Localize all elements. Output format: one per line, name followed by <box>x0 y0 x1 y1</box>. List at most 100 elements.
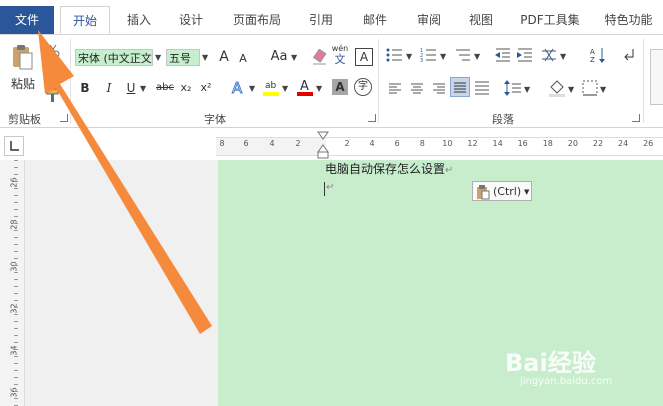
copy-icon[interactable] <box>46 65 60 84</box>
shading-icon[interactable] <box>548 79 566 101</box>
chevron-down-icon[interactable]: ▼ <box>560 48 566 65</box>
document-line-1[interactable]: 电脑自动保存怎么设置↵ <box>325 160 453 177</box>
clipboard-launcher-icon[interactable] <box>60 114 68 122</box>
ruler-numbers: 8 6 4 2 2 4 6 8 10 12 14 16 18 20 22 24 26 <box>0 137 663 154</box>
paste-label[interactable]: 粘贴 <box>9 75 37 93</box>
ruler-tick <box>14 244 18 245</box>
font-launcher-icon[interactable] <box>368 114 376 122</box>
svg-text:3: 3 <box>420 58 423 63</box>
ruler-tick <box>14 328 18 329</box>
bullets-icon[interactable] <box>386 47 404 67</box>
ruler-tick <box>14 195 18 196</box>
tab-mailings[interactable]: 邮件 <box>352 6 398 34</box>
chevron-down-icon[interactable]: ▼ <box>406 48 412 65</box>
paste-options-button[interactable]: (Ctrl) ▼ <box>472 181 532 201</box>
chinese-layout-icon[interactable] <box>540 47 558 67</box>
chevron-down-icon[interactable]: ▼ <box>282 80 288 97</box>
chevron-down-icon[interactable]: ▼ <box>440 48 446 65</box>
decrease-indent-icon[interactable] <box>494 47 512 67</box>
phonetic-guide-top[interactable]: wén <box>330 44 350 53</box>
chevron-down-icon[interactable]: ▼ <box>202 49 208 66</box>
ruler-number: 22 <box>592 139 604 148</box>
clipboard-icon <box>477 185 490 200</box>
document-page[interactable] <box>218 160 663 406</box>
vertical-ruler-numbers: 26 28 30 32 34 36 <box>0 160 24 406</box>
ruler-number: 2 <box>344 139 350 148</box>
chevron-down-icon[interactable]: ▼ <box>249 80 255 97</box>
baidu-watermark: Bai经验 <box>505 349 596 377</box>
tab-special-features[interactable]: 特色功能 <box>594 6 663 34</box>
chevron-down-icon[interactable]: ▼ <box>600 81 606 98</box>
paragraph-mark: ↵ <box>326 182 335 193</box>
svg-text:ab: ab <box>265 81 277 91</box>
chevron-down-icon[interactable]: ▼ <box>524 81 530 98</box>
increase-indent-icon[interactable] <box>516 47 534 67</box>
chevron-down-icon[interactable]: ▼ <box>316 80 322 97</box>
ruler-tick <box>14 398 18 399</box>
format-painter-icon[interactable] <box>46 87 60 106</box>
paragraph-launcher-icon[interactable] <box>632 114 640 122</box>
svg-text:Z: Z <box>590 56 595 64</box>
ruler-number: 6 <box>243 139 249 148</box>
line-spacing-icon[interactable] <box>504 80 522 100</box>
tab-references[interactable]: 引用 <box>298 6 344 34</box>
italic-button[interactable]: I <box>102 79 116 97</box>
chevron-down-icon[interactable]: ▼ <box>474 48 480 65</box>
underline-button[interactable]: U <box>124 79 138 97</box>
borders-icon[interactable] <box>582 80 598 100</box>
svg-text:A: A <box>590 48 595 56</box>
highlight-icon[interactable]: ab <box>262 77 280 101</box>
chevron-down-icon[interactable]: ▼ <box>291 49 297 66</box>
chevron-down-icon[interactable]: ▼ <box>140 80 146 97</box>
styles-gallery[interactable] <box>650 49 663 105</box>
tab-home[interactable]: 开始 <box>60 6 110 34</box>
tab-page-layout[interactable]: 页面布局 <box>222 6 292 34</box>
align-left-icon[interactable] <box>388 81 402 100</box>
group-divider <box>378 39 379 123</box>
tab-view[interactable]: 视图 <box>458 6 504 34</box>
subscript-button[interactable]: x₂ <box>178 79 194 97</box>
align-right-icon[interactable] <box>432 81 446 100</box>
ruler-tick <box>14 202 18 203</box>
multilevel-list-icon[interactable] <box>454 47 472 67</box>
ruler-tick <box>14 342 18 343</box>
show-marks-icon[interactable] <box>622 47 636 67</box>
paste-button[interactable] <box>10 43 34 71</box>
shrink-font-button[interactable]: A <box>236 50 250 68</box>
char-border-button[interactable]: A <box>355 48 373 66</box>
text-effects-icon[interactable]: A <box>230 79 248 101</box>
ruler-tick <box>14 167 18 168</box>
ruler-tick <box>14 258 18 259</box>
strikethrough-button[interactable]: abc <box>154 79 176 97</box>
chevron-down-icon[interactable]: ▼ <box>155 49 161 66</box>
tab-design[interactable]: 设计 <box>168 6 214 34</box>
font-name-combo[interactable]: 宋体 (中文正文 <box>75 49 153 66</box>
chevron-down-icon[interactable]: ▼ <box>568 81 574 98</box>
tab-review[interactable]: 审阅 <box>406 6 452 34</box>
ruler-tick <box>14 265 18 266</box>
char-shading-button[interactable]: A <box>332 79 348 95</box>
enclose-char-button[interactable]: 字 <box>354 78 372 96</box>
cut-icon[interactable] <box>46 43 60 62</box>
numbering-icon[interactable]: 123 <box>420 47 438 67</box>
superscript-button[interactable]: x² <box>198 79 214 97</box>
distributed-icon[interactable] <box>474 80 490 100</box>
ruler-number: 8 <box>419 139 425 148</box>
justify-button[interactable] <box>450 77 470 97</box>
clear-format-icon[interactable] <box>312 48 328 69</box>
tab-insert[interactable]: 插入 <box>116 6 162 34</box>
tab-pdf-tools[interactable]: PDF工具集 <box>512 6 588 34</box>
ruler-number: 12 <box>467 139 478 148</box>
bold-button[interactable]: B <box>78 79 92 97</box>
phonetic-guide-button[interactable]: 文 <box>330 54 350 66</box>
ruler-tick <box>14 335 18 336</box>
sort-icon[interactable]: AZ <box>590 46 608 68</box>
change-case-button[interactable]: Aa <box>268 48 290 66</box>
grow-font-button[interactable]: A <box>216 48 232 66</box>
ruler-number: 24 <box>618 139 629 148</box>
tab-file[interactable]: 文件 <box>0 6 54 34</box>
ruler-tick <box>14 286 18 287</box>
font-color-icon[interactable]: A <box>296 77 314 101</box>
font-size-combo[interactable]: 五号 <box>166 49 200 66</box>
align-center-icon[interactable] <box>410 81 424 100</box>
